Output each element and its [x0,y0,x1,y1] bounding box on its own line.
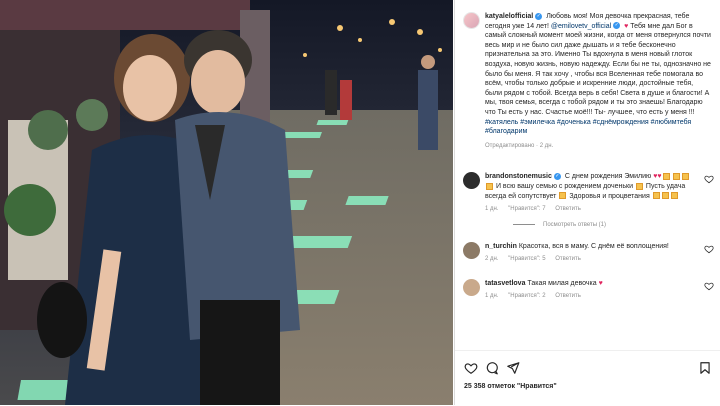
gift-emoji-icon [670,192,678,200]
comment-username[interactable]: brandonstonemusic [485,173,552,180]
view-replies-button[interactable]: Посмотреть ответы (1) [513,222,720,228]
comment-item: tatasvetlova Такая милая девочка ♥ 1 дн.… [455,278,720,302]
like-comment-heart-icon[interactable] [704,281,714,291]
comment-likes[interactable]: "Нравится": 7 [508,206,545,212]
gift-emoji-icon [652,192,660,200]
heart-emoji-icon: ♥♥ [653,173,662,181]
caption-text-2: Тебя мне дал Бог в самый сложный момент … [485,22,711,116]
heart-emoji-icon: ♥ [624,22,629,30]
comments-scroll-area[interactable]: katyalelofficial ✓ Любовь моя! Моя девочк… [455,0,720,350]
like-comment-heart-icon[interactable] [704,244,714,254]
comment-text: Здоровья и процветания [569,192,650,200]
photo-illustration [0,0,453,405]
caption-hashtags[interactable]: #катялель #эмилечка #доченька #сднёмрожд… [485,118,712,137]
comment-username[interactable]: tatasvetlova [485,280,525,287]
comment-likes[interactable]: "Нравится": 2 [508,293,545,299]
comment-text: С днем рождения Эмилию [564,173,652,181]
save-icon[interactable] [698,361,712,375]
heart-emoji-icon: ♥ [598,279,603,287]
verified-badge-icon: ✓ [613,22,621,30]
post-photo [0,0,453,405]
comment-meta: 1 дн. "Нравится": 7 Ответить [485,205,696,215]
avatar[interactable] [463,278,480,296]
comment-text: Красотка, вся в маму. С днём её воплощен… [518,242,669,250]
gift-emoji-icon [635,182,643,190]
like-comment-heart-icon[interactable] [704,174,714,184]
comment-item: brandonstonemusic ✓ С днем рождения Эмили… [455,172,720,214]
replies-divider [513,224,535,226]
heart-icon[interactable] [464,361,478,375]
comment-time: 1 дн. [485,293,499,300]
comment-text: И всю вашу семью с рождением доченьки [495,182,633,190]
reply-button[interactable]: Ответить [555,293,581,299]
gift-emoji-icon [661,192,669,200]
reply-button[interactable]: Ответить [555,256,581,262]
post-actions: 25 358 отметок "Нравится" [455,350,720,406]
verified-badge-icon: ✓ [553,172,561,180]
share-icon[interactable] [506,361,520,375]
avatar[interactable] [463,12,480,29]
comment-meta: 2 дн. "Нравится": 5 Ответить [485,255,696,265]
comment-icon[interactable] [485,361,499,375]
comment-item: n_turchin Красотка, вся в маму. С днём е… [455,241,720,265]
caption-mention[interactable]: @emilovetv_official [551,23,611,30]
post-sidebar: katyalelofficial ✓ Любовь моя! Моя девочк… [454,0,720,405]
likes-count[interactable]: 25 358 отметок "Нравится" [464,383,557,390]
reply-button[interactable]: Ответить [555,206,581,212]
caption-username[interactable]: katyalelofficial [485,13,533,20]
gift-emoji-icon [682,172,690,180]
gift-emoji-icon [673,172,681,180]
caption-edited: Отредактировано · 2 дн. [485,142,554,149]
comment-meta: 1 дн. "Нравится": 2 Ответить [485,292,696,302]
gift-emoji-icon [486,182,493,190]
verified-badge-icon: ✓ [535,12,543,20]
avatar[interactable] [463,172,480,190]
gift-emoji-icon [559,192,567,200]
comment-text: Такая милая девочка [527,279,597,287]
view-replies-label: Посмотреть ответы (1) [543,221,607,228]
avatar[interactable] [463,241,480,259]
comment-likes[interactable]: "Нравится": 5 [508,256,545,262]
comment-username[interactable]: n_turchin [485,243,517,250]
comment-time: 2 дн. [485,256,499,263]
gift-emoji-icon [662,172,670,180]
caption: katyalelofficial ✓ Любовь моя! Моя девочк… [455,0,720,151]
comment-time: 1 дн. [485,206,499,213]
